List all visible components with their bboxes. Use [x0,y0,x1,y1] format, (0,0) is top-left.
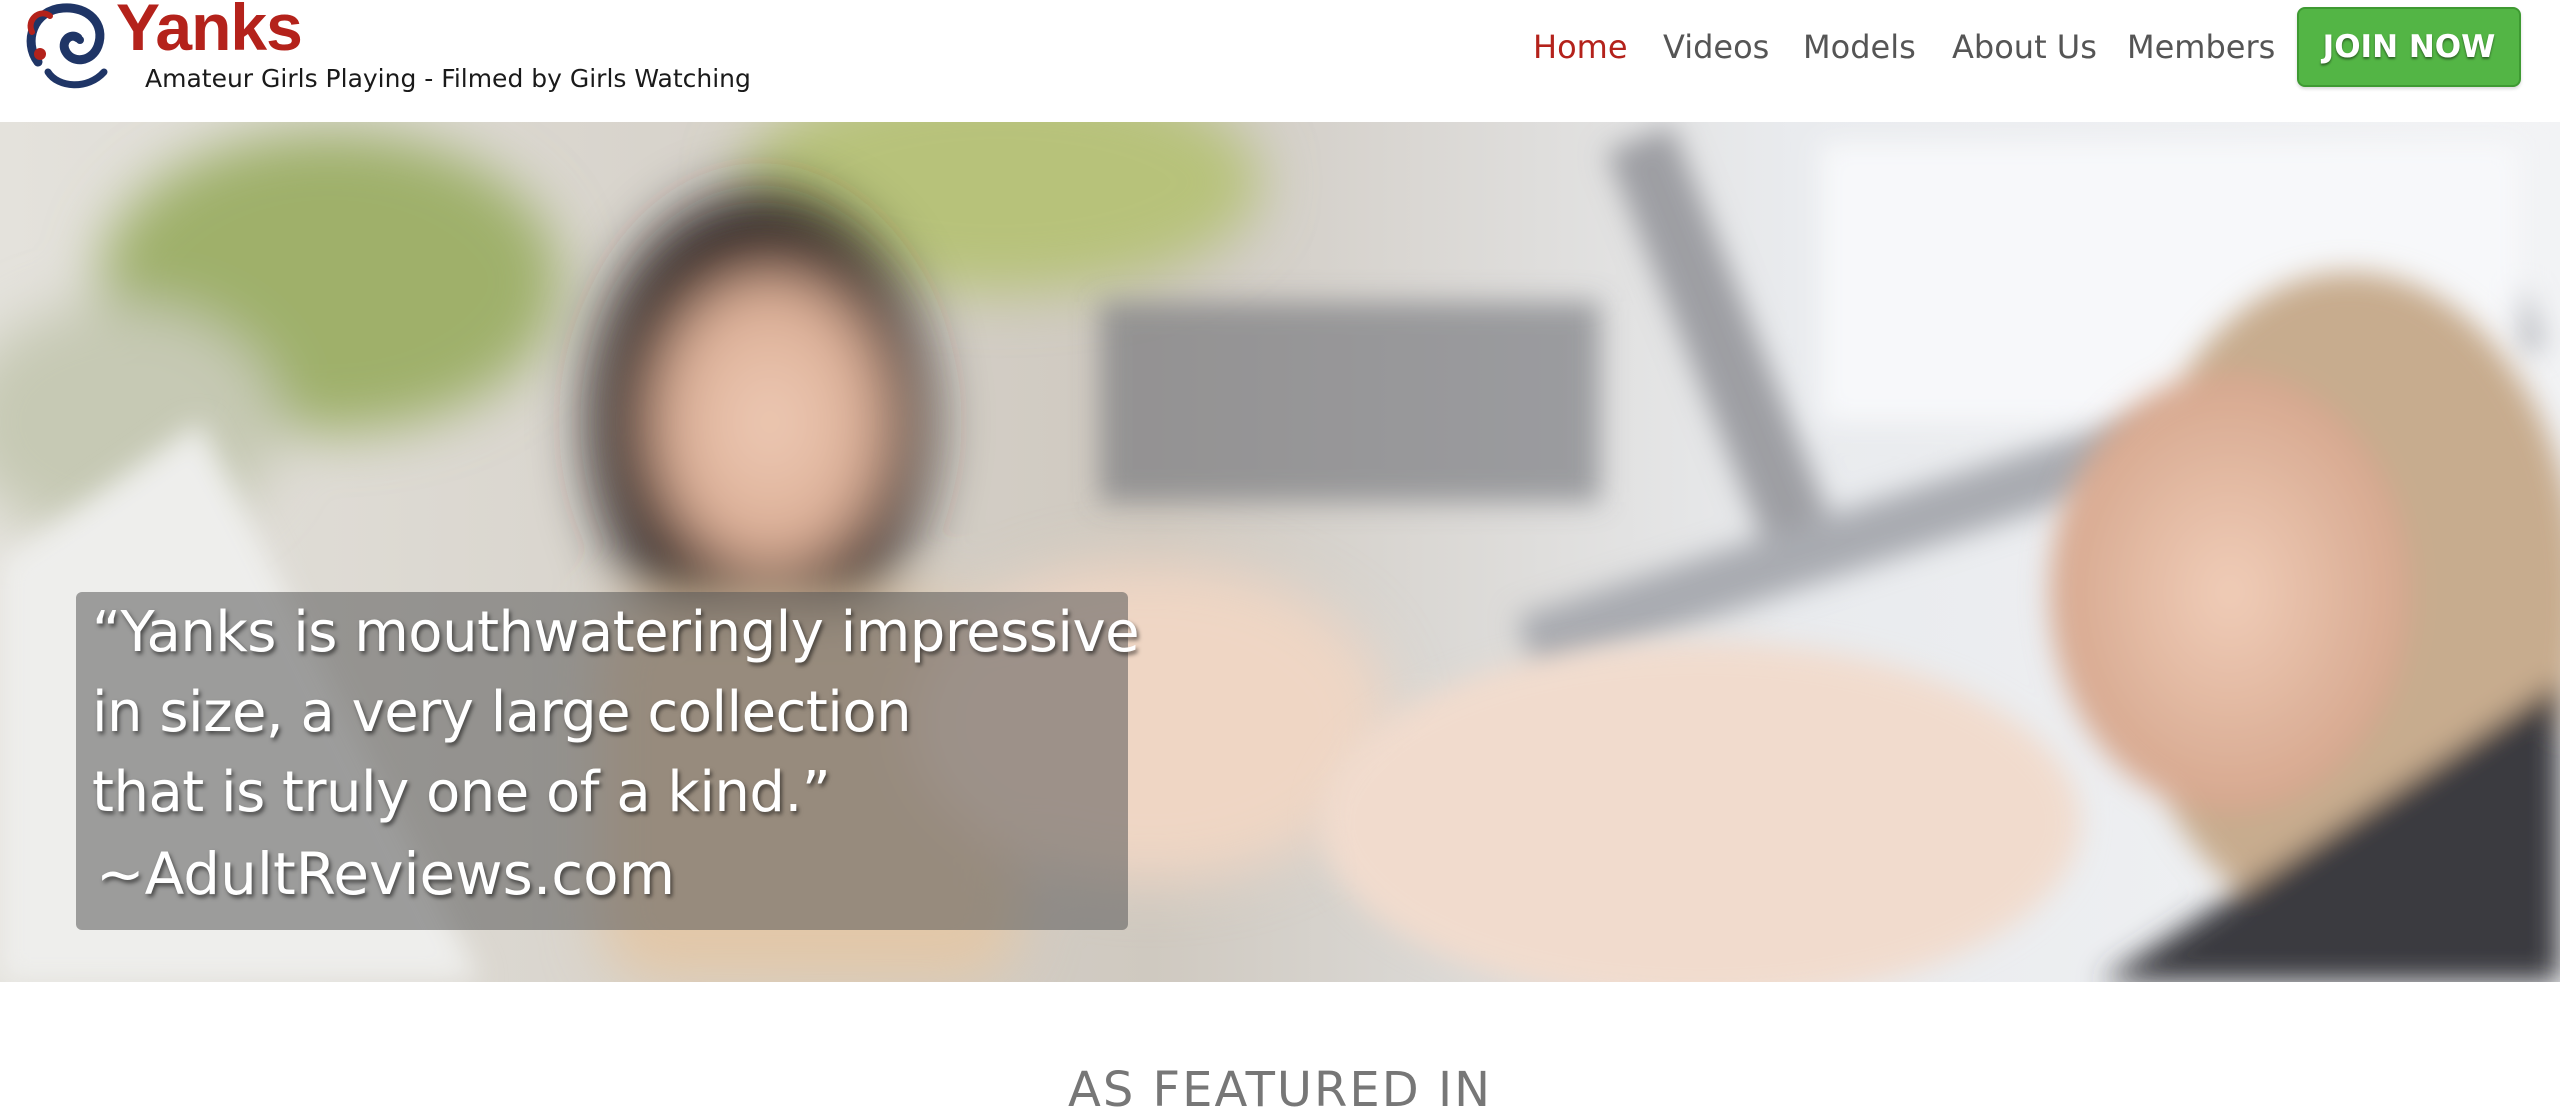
testimonial-box: “Yanks is mouthwateringly impressive in … [76,592,1140,930]
brand-name[interactable]: Yanks [116,0,303,60]
featured-title: AS FEATURED IN [1067,1062,1493,1118]
logo-swirl-icon[interactable] [18,2,116,94]
quote-line-3: that is truly one of a kind.” [92,760,831,825]
nav-home[interactable]: Home [1533,28,1628,66]
quote-source: ~AdultReviews.com [96,840,676,908]
hero-banner: “Yanks is mouthwateringly impressive in … [0,122,2560,982]
quote-line-2: in size, a very large collection [92,680,912,745]
site-header: Yanks Amateur Girls Playing - Filmed by … [0,0,2560,122]
nav-about-us[interactable]: About Us [1952,28,2097,66]
brand-tagline: Amateur Girls Playing - Filmed by Girls … [145,64,751,93]
quote-line-1: “Yanks is mouthwateringly impressive [92,600,1140,665]
featured-section: AS FEATURED IN [0,982,2560,1118]
nav-models[interactable]: Models [1803,28,1916,66]
nav-videos[interactable]: Videos [1663,28,1769,66]
nav-members[interactable]: Members [2127,28,2275,66]
join-now-button[interactable]: JOIN NOW [2297,7,2521,87]
